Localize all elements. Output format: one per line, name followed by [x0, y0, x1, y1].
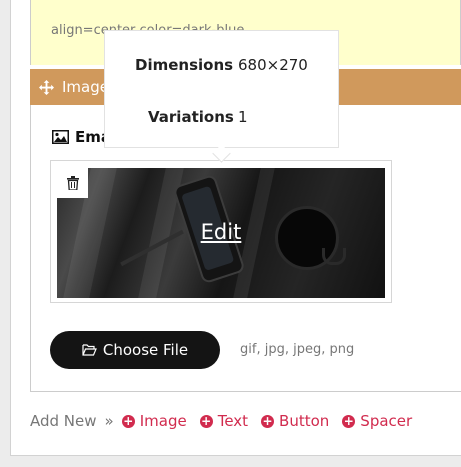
mug-handle-shape	[322, 248, 346, 265]
field-label-row: Ema	[52, 128, 111, 146]
image-preview[interactable]: Edit	[57, 168, 385, 298]
add-spacer-label: Spacer	[360, 412, 413, 430]
variations-label: Variations	[148, 108, 234, 126]
image-info-tooltip: Dimensions 680×270 Variations 1	[104, 30, 339, 148]
variations-value: 1	[238, 108, 248, 126]
plus-circle-icon: +	[199, 413, 213, 428]
edit-link[interactable]: Edit	[57, 220, 385, 244]
choose-file-label: Choose File	[102, 341, 189, 359]
add-text-button[interactable]: + Text	[199, 412, 249, 430]
dimensions-value: 680×270	[238, 56, 308, 74]
image-icon	[52, 130, 69, 144]
add-image-button[interactable]: + Image	[121, 412, 187, 430]
allowed-file-types: gif, jpg, jpeg, png	[240, 342, 355, 357]
plus-circle-icon: +	[261, 413, 275, 428]
add-button-label: Button	[279, 412, 330, 430]
dimensions-label: Dimensions	[135, 56, 234, 74]
choose-file-button[interactable]: Choose File	[50, 331, 220, 369]
trash-icon	[66, 176, 79, 190]
plus-circle-icon: +	[342, 413, 356, 428]
add-new-bar: Add New » + Image + Text + Button + Spac…	[30, 412, 425, 430]
separator-icon: »	[104, 412, 114, 430]
add-spacer-button[interactable]: + Spacer	[342, 412, 412, 430]
add-button-button[interactable]: + Button	[261, 412, 329, 430]
plus-circle-icon: +	[121, 413, 135, 428]
move-icon[interactable]	[39, 79, 54, 95]
folder-open-icon	[82, 344, 103, 356]
add-text-label: Text	[217, 412, 249, 430]
add-image-label: Image	[139, 412, 187, 430]
delete-image-button[interactable]	[57, 168, 88, 198]
add-new-label: Add New	[30, 412, 97, 430]
image-block-title: Image	[62, 78, 109, 96]
